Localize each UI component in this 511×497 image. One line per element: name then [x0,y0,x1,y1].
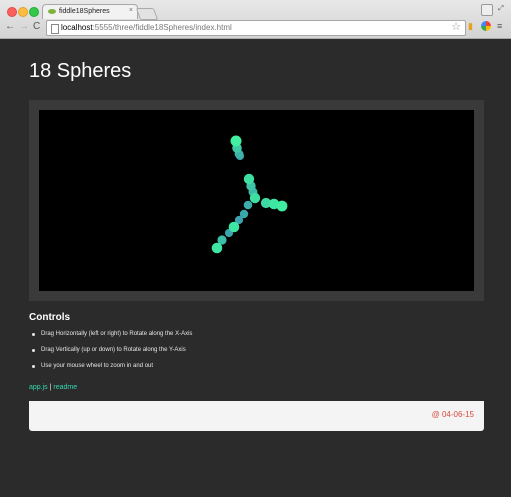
control-item: Use your mouse wheel to zoom in and out [29,360,192,376]
sphere [276,200,288,212]
page-title: 18 Spheres [29,60,132,82]
control-item: Drag Horizontally (left or right) to Rot… [29,328,192,344]
url-host: localhost [61,23,93,32]
zoom-window-button[interactable] [29,7,39,17]
readme-link[interactable]: readme [53,384,77,391]
footer: @ 04-06-15 [29,401,484,431]
control-item: Drag Vertically (up or down) to Rotate a… [29,344,192,360]
favicon-icon [48,9,56,14]
links: app.js | readme [29,384,77,391]
controls-heading: Controls [29,312,71,323]
bookmark-star-icon[interactable]: ☆ [451,20,461,34]
sphere [249,192,261,204]
appjs-link[interactable]: app.js [29,384,48,391]
three-canvas[interactable] [39,110,474,291]
address-bar[interactable]: localhost:5555/three/fiddle18Spheres/ind… [46,20,466,36]
browser-chrome: fiddle18Spheres × ⤢ ← → C localhost:5555… [0,0,511,39]
user-profile-button[interactable] [481,4,493,16]
fullscreen-icon[interactable]: ⤢ [496,4,506,14]
url-path: :5555/three/fiddle18Spheres/index.html [92,23,232,32]
sphere [243,173,255,185]
tab-active[interactable]: fiddle18Spheres × [42,4,138,19]
minimize-window-button[interactable] [18,7,28,17]
menu-icon[interactable]: ≡ [497,21,507,31]
controls-list: Drag Horizontally (left or right) to Rot… [29,328,192,376]
sphere [243,200,253,210]
reload-button[interactable]: C [33,21,40,32]
tab-close-icon[interactable]: × [129,7,133,14]
sphere [228,221,240,233]
canvas-frame [29,100,484,301]
sphere-scene [211,135,288,254]
sphere [230,135,242,147]
close-window-button[interactable] [7,7,17,17]
sphere [211,242,223,254]
back-button[interactable]: ← [5,21,15,32]
link-separator: | [49,384,52,391]
extension-color-icon[interactable] [481,21,491,31]
new-tab-button[interactable] [135,8,159,20]
forward-button[interactable]: → [19,21,29,32]
url-text: localhost:5555/three/fiddle18Spheres/ind… [61,21,232,35]
extension-icon[interactable]: ▮ [468,21,478,31]
sphere [239,209,249,219]
footer-date: @ 04-06-15 [431,410,474,419]
tab-title: fiddle18Spheres [59,8,110,15]
page-icon [51,24,59,34]
